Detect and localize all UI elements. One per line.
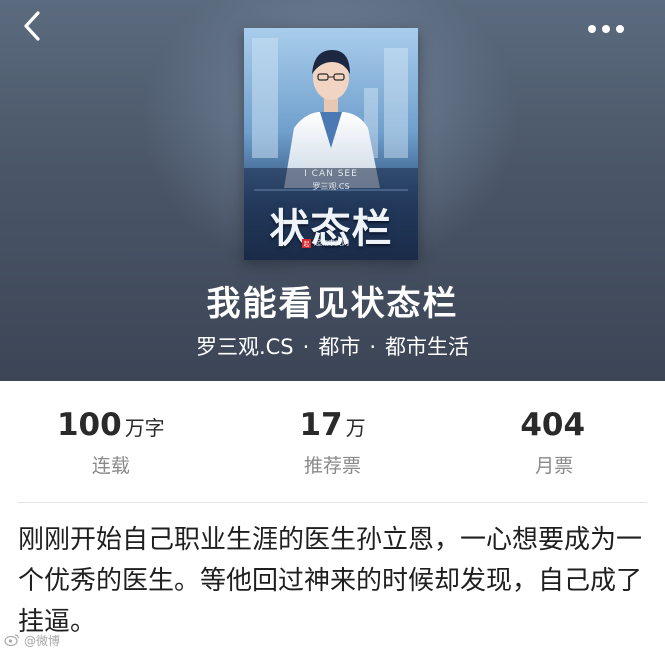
meta-separator: · (302, 335, 310, 359)
stat-number: 404 (520, 407, 586, 443)
cover-author: 罗三观.CS (312, 182, 350, 191)
stat-number: 17 (299, 407, 343, 443)
more-button[interactable] (582, 10, 630, 46)
section-divider (18, 502, 647, 503)
back-button[interactable] (14, 10, 50, 46)
publisher-logo-icon: 起 (302, 238, 311, 248)
cover-subtitle: I CAN SEE (304, 169, 358, 179)
stat-number: 100 (56, 407, 122, 443)
stat-label: 月票 (535, 455, 574, 477)
stat-recommend-votes[interactable]: 17 万 推荐票 (222, 381, 444, 501)
stat-monthly-votes[interactable]: 404 月票 (443, 381, 665, 501)
book-header: I CAN SEE 罗三观.CS 状态栏 起 起点中文网 我能看见状态栏 罗三观… (0, 0, 665, 381)
watermark-text: @微博 (24, 634, 61, 648)
book-meta: 罗三观.CS · 都市 · 都市生活 (0, 331, 665, 361)
subcategory-link[interactable]: 都市生活 (385, 335, 469, 359)
publisher-name: 起点中文网 (314, 239, 349, 247)
book-stats: 100 万字 连载 17 万 推荐票 404 月票 (0, 381, 665, 501)
meta-separator: · (369, 335, 377, 359)
cover-publisher: 起 起点中文网 (302, 238, 349, 248)
book-cover[interactable]: I CAN SEE 罗三观.CS 状态栏 起 起点中文网 (244, 28, 418, 260)
author-link[interactable]: 罗三观.CS (196, 335, 294, 359)
book-synopsis[interactable]: 刚刚开始自己职业生涯的医生孙立恩，一心想要成为一个优秀的医生。等他回过神来的时候… (18, 520, 650, 643)
stat-value: 17 万 (299, 407, 365, 443)
chevron-left-icon (21, 10, 43, 46)
stat-value: 100 万字 (57, 407, 165, 443)
stat-unit: 万字 (124, 416, 165, 440)
stat-unit: 万 (345, 416, 366, 440)
book-title: 我能看见状态栏 (206, 284, 459, 324)
category-link[interactable]: 都市 (318, 335, 360, 359)
watermark: @微博 (4, 632, 60, 649)
stat-label: 推荐票 (304, 455, 362, 477)
stat-word-count: 100 万字 连载 (0, 381, 222, 501)
stat-label: 连载 (91, 455, 130, 477)
more-horizontal-icon (586, 19, 626, 38)
weibo-logo-icon (4, 633, 20, 649)
stat-value: 404 (520, 407, 588, 443)
